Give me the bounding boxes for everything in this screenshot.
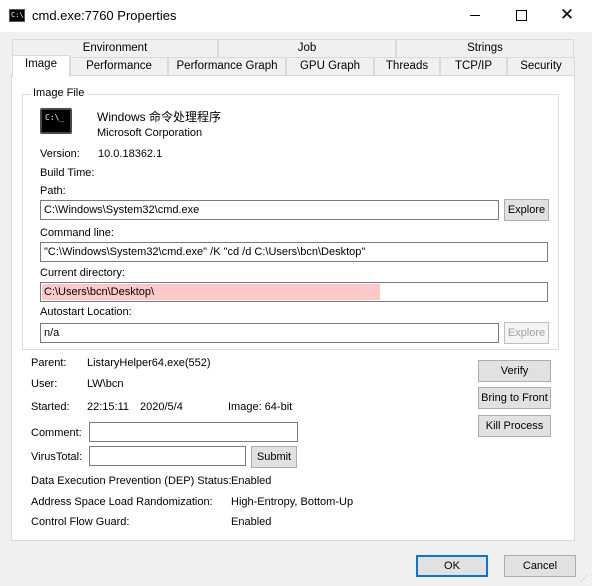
image-bitness: Image: 64-bit — [228, 401, 293, 413]
kill-process-button[interactable]: Kill Process — [478, 415, 551, 437]
cfg-label: Control Flow Guard: — [31, 516, 130, 528]
resize-grip-icon[interactable]: ⋰ — [580, 574, 590, 584]
autostart-field[interactable]: n/a — [40, 323, 499, 343]
path-label: Path: — [40, 185, 66, 197]
cfg-value: Enabled — [231, 516, 272, 528]
build-time-label: Build Time: — [40, 167, 95, 179]
minimize-icon — [470, 14, 480, 16]
started-time: 22:15:11 — [87, 401, 130, 413]
tab-tcp-ip[interactable]: TCP/IP — [440, 57, 507, 75]
console-icon: C:\_ — [40, 108, 72, 134]
virustotal-label: VirusTotal: — [31, 451, 83, 463]
version-value: 10.0.18362.1 — [98, 148, 163, 160]
virustotal-field[interactable] — [89, 446, 246, 466]
path-field[interactable]: C:\Windows\System32\cmd.exe — [40, 200, 499, 220]
started-date: 2020/5/4 — [140, 401, 183, 413]
submit-button[interactable]: Submit — [251, 446, 297, 468]
tab-security[interactable]: Security — [507, 57, 575, 75]
close-icon: ✕ — [559, 5, 575, 25]
autostart-label: Autostart Location: — [40, 306, 132, 318]
current-directory-value: C:\Users\bcn\Desktop\ — [44, 286, 155, 298]
tab-strings[interactable]: Strings — [396, 39, 574, 57]
tab-threads[interactable]: Threads — [374, 57, 440, 75]
dep-value: Enabled — [231, 475, 272, 487]
tab-gpu-graph[interactable]: GPU Graph — [286, 57, 374, 75]
current-directory-field[interactable]: C:\Users\bcn\Desktop\ — [40, 282, 548, 302]
user-label: User: — [31, 378, 58, 390]
parent-label: Parent: — [31, 357, 67, 369]
version-label: Version: — [40, 148, 80, 160]
user-value: LW\bcn — [87, 378, 124, 390]
minimize-button[interactable] — [452, 0, 498, 30]
aslr-value: High-Entropy, Bottom-Up — [231, 496, 354, 508]
tab-performance-graph[interactable]: Performance Graph — [168, 57, 286, 75]
command-line-label: Command line: — [40, 227, 114, 239]
explore-button[interactable]: Explore — [504, 199, 549, 221]
window-title: cmd.exe:7760 Properties — [32, 8, 177, 23]
current-directory-label: Current directory: — [40, 267, 125, 279]
tab-job[interactable]: Job — [218, 39, 396, 57]
console-icon: C:\ — [9, 9, 25, 22]
properties-window: C:\ cmd.exe:7760 Properties ✕ Environmen… — [0, 0, 592, 586]
parent-value: ListaryHelper64.exe(552) — [87, 357, 211, 369]
company-name: Microsoft Corporation — [97, 127, 203, 139]
command-line-field[interactable]: "C:\Windows\System32\cmd.exe" /K "cd /d … — [40, 242, 548, 262]
tab-image[interactable]: Image — [12, 55, 70, 77]
title-bar[interactable]: C:\ cmd.exe:7760 Properties ✕ — [0, 0, 592, 32]
cancel-button[interactable]: Cancel — [504, 555, 576, 577]
verify-button[interactable]: Verify — [478, 360, 551, 382]
ok-button[interactable]: OK — [416, 555, 488, 577]
close-button[interactable]: ✕ — [544, 0, 590, 30]
image-file-group-label: Image File — [30, 87, 88, 99]
file-description: Windows 命令处理程序 — [97, 110, 222, 124]
explore-autostart-button[interactable]: Explore — [504, 322, 549, 344]
tab-performance[interactable]: Performance — [70, 57, 168, 75]
bring-to-front-button[interactable]: Bring to Front — [478, 387, 551, 409]
aslr-label: Address Space Load Randomization: — [31, 496, 213, 508]
maximize-button[interactable] — [498, 0, 544, 30]
comment-label: Comment: — [31, 427, 82, 439]
dep-label: Data Execution Prevention (DEP) Status: — [31, 475, 232, 487]
maximize-icon — [515, 9, 527, 21]
comment-field[interactable] — [89, 422, 298, 442]
started-label: Started: — [31, 401, 70, 413]
